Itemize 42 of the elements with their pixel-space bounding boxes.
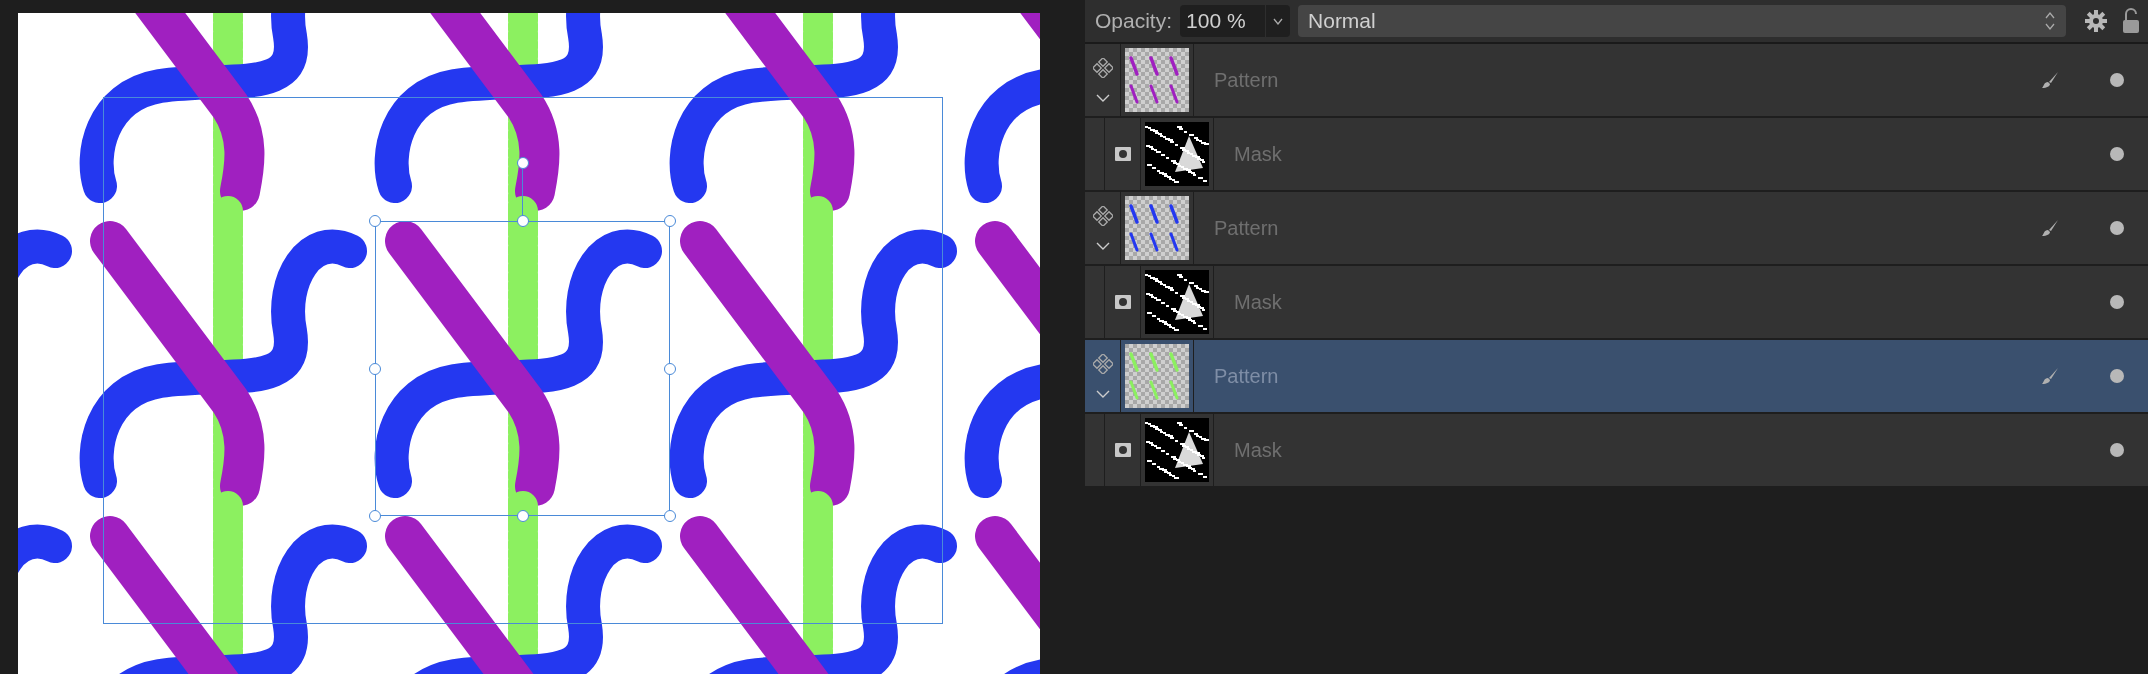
up-down-chevron-icon [2044, 11, 2056, 31]
blend-mode-dropdown[interactable]: Normal [1298, 5, 2066, 37]
lock-icon[interactable] [2122, 8, 2140, 34]
pattern-layer-icon [1092, 353, 1113, 374]
layer-name: Mask [1234, 290, 1283, 315]
layer-name: Mask [1234, 142, 1283, 167]
selection-handle[interactable] [369, 215, 381, 227]
selection-frame[interactable] [375, 221, 670, 516]
chevron-down-icon[interactable] [1095, 388, 1110, 399]
chevron-down-icon[interactable] [1095, 92, 1110, 103]
mask-thumbnail [1145, 418, 1209, 482]
layer-row[interactable]: Pattern [1085, 44, 2148, 118]
mask-thumbnail [1145, 270, 1209, 334]
mask-icon [1114, 295, 1131, 309]
pattern-thumbnail [1125, 344, 1189, 408]
mask-icon [1114, 147, 1131, 161]
layer-name: Pattern [1214, 68, 1280, 93]
mask-row[interactable]: Mask [1085, 414, 2148, 488]
chevron-down-icon[interactable] [1095, 240, 1110, 251]
selection-handle[interactable] [664, 215, 676, 227]
selection-handle[interactable] [664, 510, 676, 522]
pattern-thumbnail [1125, 196, 1189, 260]
opacity-label: Opacity: [1095, 8, 1173, 35]
chevron-down-icon [1273, 17, 1284, 25]
opacity-dropdown-button[interactable] [1266, 5, 1291, 37]
pattern-layer-icon [1092, 57, 1113, 78]
selection-handle[interactable] [369, 510, 381, 522]
mask-thumbnail [1145, 122, 1209, 186]
pattern-layer-icon [1092, 205, 1113, 226]
opacity-field[interactable]: 100 % [1180, 5, 1266, 37]
pattern-thumbnail [1125, 48, 1189, 112]
layer-name: Pattern [1214, 216, 1280, 241]
layer-name: Pattern [1214, 364, 1280, 389]
mask-row[interactable]: Mask [1085, 266, 2148, 340]
mask-icon [1114, 443, 1131, 457]
mask-row[interactable]: Mask [1085, 118, 2148, 192]
selection-handle[interactable] [664, 363, 676, 375]
selection-handle[interactable] [369, 363, 381, 375]
layer-row[interactable]: Pattern [1085, 340, 2148, 414]
layer-name: Mask [1234, 438, 1283, 463]
layer-row[interactable]: Pattern [1085, 192, 2148, 266]
settings-icon[interactable] [2084, 9, 2108, 33]
